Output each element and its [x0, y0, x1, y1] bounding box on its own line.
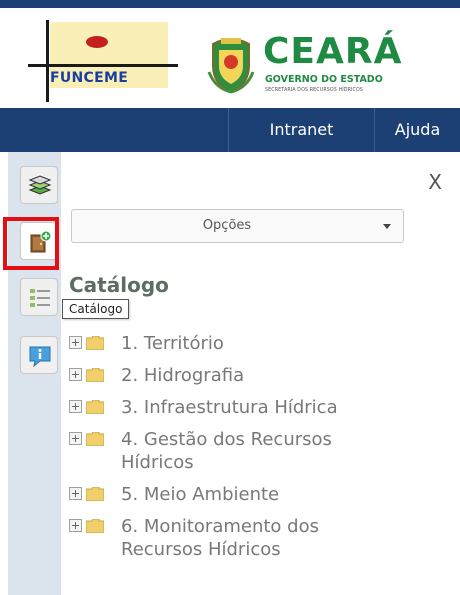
funceme-logo-crosshair-vertical [46, 20, 49, 102]
nav-help-link[interactable]: Ajuda [374, 108, 460, 152]
nav-intranet-link[interactable]: Intranet [228, 108, 374, 152]
tree-node[interactable]: 4. Gestão dos Recursos Hídricos [69, 428, 399, 474]
info-icon [29, 346, 51, 368]
folder-icon [86, 400, 104, 414]
options-dropdown-value: Opções [202, 218, 252, 233]
expand-plus-icon[interactable] [69, 487, 82, 500]
close-panel-button[interactable]: X [428, 170, 442, 194]
catalog-tree: 1. Território 2. Hidrografia 3. Infraest… [69, 332, 399, 570]
funceme-logo-dot [86, 36, 108, 48]
tree-node[interactable]: 3. Infraestrutura Hídrica [69, 396, 399, 419]
tree-node[interactable]: 1. Território [69, 332, 399, 355]
layers-icon [28, 175, 52, 195]
tree-node[interactable]: 6. Monitoramento dos Recursos Hídricos [69, 515, 399, 561]
ceara-logo-secretariat: SECRETARIA DOS RECURSOS HÍDRICOS [265, 88, 364, 93]
tree-node-label: 5. Meio Ambiente [121, 484, 280, 505]
info-button[interactable] [20, 336, 58, 374]
catalog-panel: X Opções Catálogo 1. Território 2. Hidro… [61, 152, 460, 595]
tree-node-label: 6. Monitoramento dos Recursos Hídricos [121, 516, 319, 560]
funceme-logo-text: FUNCEME [50, 70, 129, 86]
tree-node-label: 1. Território [121, 333, 224, 354]
ceara-coat-of-arms-icon [207, 38, 255, 94]
expand-plus-icon[interactable] [69, 400, 82, 413]
tree-node[interactable]: 5. Meio Ambiente [69, 483, 399, 506]
catalog-heading: Catálogo [69, 273, 169, 297]
folder-icon [86, 487, 104, 501]
ceara-logo-subtitle: GOVERNO DO ESTADO [265, 74, 383, 85]
catalog-button-highlight [3, 217, 59, 270]
funceme-logo-crosshair-horizontal [28, 64, 178, 67]
expand-plus-icon[interactable] [69, 519, 82, 532]
folder-icon [86, 432, 104, 446]
funceme-logo[interactable]: FUNCEME [28, 20, 178, 102]
ceara-government-logo[interactable]: CEARÁ GOVERNO DO ESTADO SECRETARIA DOS R… [205, 34, 450, 104]
catalog-tooltip: Catálogo [62, 299, 130, 319]
tree-node-label: 4. Gestão dos Recursos Hídricos [121, 429, 332, 473]
tree-node-label: 2. Hidrografia [121, 365, 245, 386]
folder-icon [86, 336, 104, 350]
expand-plus-icon[interactable] [69, 368, 82, 381]
tree-node-label: 3. Infraestrutura Hídrica [121, 397, 338, 418]
tree-node[interactable]: 2. Hidrografia [69, 364, 399, 387]
layers-button[interactable] [20, 166, 58, 204]
expand-plus-icon[interactable] [69, 336, 82, 349]
folder-icon [86, 368, 104, 382]
options-dropdown[interactable]: Opções [71, 209, 404, 243]
header: FUNCEME CEARÁ GOVERNO DO ESTADO SECRETAR… [0, 8, 460, 108]
top-stripe [0, 0, 460, 8]
top-navigation-bar: Intranet Ajuda [0, 108, 460, 152]
legend-button[interactable] [20, 278, 58, 316]
ceara-logo-title: CEARÁ [263, 31, 403, 72]
folder-icon [86, 519, 104, 533]
legend-list-icon [30, 289, 50, 307]
expand-plus-icon[interactable] [69, 432, 82, 445]
chevron-down-icon [383, 224, 391, 229]
